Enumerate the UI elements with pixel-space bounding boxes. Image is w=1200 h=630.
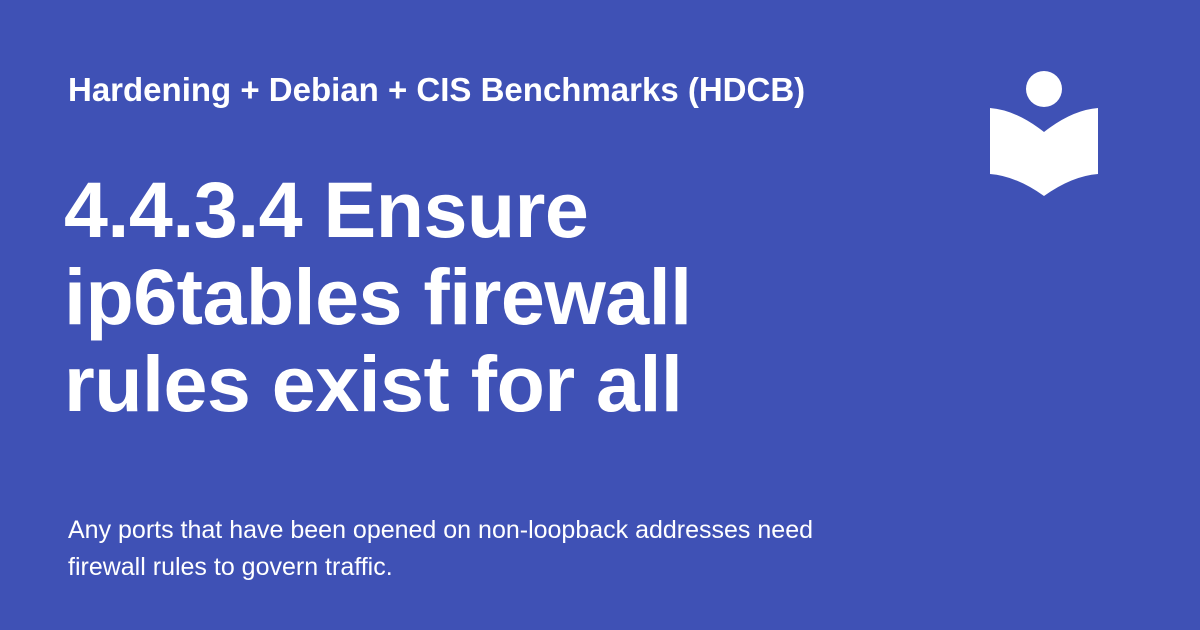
page-title-line: 4.4.3.4 Ensure	[64, 165, 589, 254]
page-title: 4.4.3.4 Ensure ip6tables firewall rules …	[64, 166, 924, 427]
open-book-reader-icon	[990, 71, 1098, 196]
page-title-line: ip6tables firewall	[64, 252, 692, 341]
social-card: Hardening + Debian + CIS Benchmarks (HDC…	[0, 0, 1200, 630]
page-title-line: rules exist for all	[64, 339, 683, 428]
site-title: Hardening + Debian + CIS Benchmarks (HDC…	[68, 71, 806, 108]
page-description: Any ports that have been opened on non-l…	[68, 516, 813, 581]
